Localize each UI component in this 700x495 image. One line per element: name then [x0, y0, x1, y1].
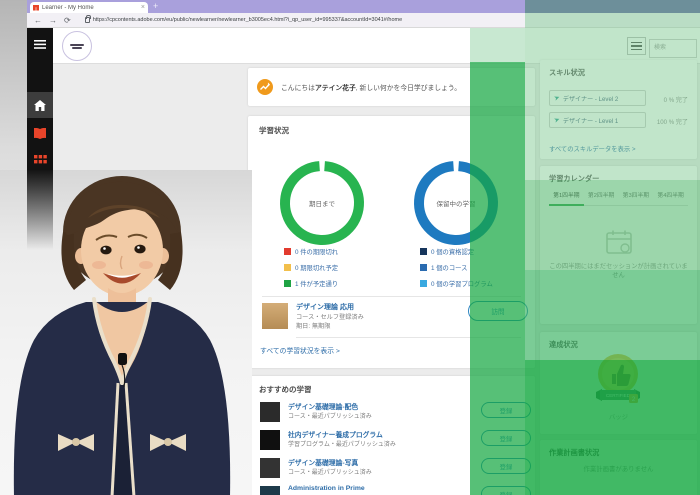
calendar-icon: [606, 230, 632, 259]
greeting-text: こんにちは アテイン花子, 新しい何かを今日学びましょう。: [281, 68, 461, 106]
calendar-empty-message: この四半期にはまだセッションが計画されていません: [548, 262, 689, 281]
app-header: [53, 28, 700, 64]
back-icon[interactable]: ←: [34, 16, 42, 25]
trend-icon: [257, 79, 273, 95]
skill-chip[interactable]: ➤ デザイナー - Level 1: [549, 112, 646, 128]
skill-percent: 0 % 完了: [664, 95, 688, 104]
show-all-learning-link[interactable]: すべての学習状況を表示 >: [260, 345, 340, 355]
book-icon[interactable]: [27, 122, 53, 144]
recommended-item: Administration in Prime コース・最近パブリッシュ済み 登…: [248, 484, 535, 495]
home-icon[interactable]: [27, 92, 53, 118]
search-box: [649, 36, 697, 55]
legend-swatch: [284, 248, 291, 255]
skill-percent: 100 % 完了: [657, 117, 688, 126]
section-title: 学習状況: [259, 125, 289, 136]
legend-item: 0 期限切れ予定: [284, 263, 338, 272]
legend-swatch: [284, 264, 291, 271]
course-thumbnail: [262, 303, 288, 329]
send-icon: ➤: [553, 93, 561, 103]
course-deadline: 期日: 無期限: [296, 321, 330, 330]
url-field[interactable]: https://cpcontents.adobe.com/eu/public/n…: [93, 17, 653, 23]
section-title: 作業計画書状況: [549, 448, 599, 458]
workplan-card: 作業計画書状況 作業計画書がありません: [540, 440, 697, 495]
legend-item: 0 個の学習プログラム: [420, 279, 493, 288]
list-menu-icon[interactable]: [627, 37, 646, 55]
recommended-card: おすすめの学習 デザイン基礎理論-配色 コース・最近パブリッシュ済み 登録 社内…: [248, 376, 535, 495]
section-title: 学習カレンダー: [549, 174, 599, 184]
donut-label: 期日まで: [275, 156, 369, 250]
recommended-item: デザイン基礎理論-配色 コース・最近パブリッシュ済み 登録: [248, 400, 535, 428]
show-all-skills-link[interactable]: すべてのスキルデータを表示 >: [549, 144, 636, 153]
new-tab-button[interactable]: +: [153, 1, 158, 11]
section-title: スキル状況: [549, 68, 585, 78]
achievements-card: 達成状況 CERTIFIED 2 バッジ: [540, 332, 697, 434]
legend-item: 0 件の期限切れ: [284, 247, 338, 256]
send-icon: ➤: [553, 115, 561, 125]
course-thumbnail: [260, 430, 280, 450]
deadline-donut-chart: 期日まで: [275, 156, 369, 250]
tab-q3[interactable]: 第3四半期: [619, 190, 654, 206]
course-title-link[interactable]: デザイン基礎理論-写真: [288, 457, 358, 467]
grid-icon[interactable]: [27, 148, 53, 170]
tab-q2[interactable]: 第2四半期: [584, 190, 619, 206]
browser-toolbar: ← → ⟳ https://cpcontents.adobe.com/eu/pu…: [27, 13, 700, 28]
visit-button[interactable]: 訪問: [468, 301, 528, 321]
section-title: 達成状況: [549, 340, 578, 350]
certified-badge[interactable]: CERTIFIED 2: [594, 352, 642, 410]
workplan-empty-message: 作業計画書がありません: [540, 464, 697, 473]
search-input[interactable]: [649, 39, 697, 58]
enroll-button[interactable]: 登録: [481, 458, 531, 474]
legend-item: 0 個の資格認定: [420, 247, 474, 256]
legend-swatch: [420, 248, 427, 255]
section-title: おすすめの学習: [259, 384, 312, 395]
enroll-button[interactable]: 登録: [481, 430, 531, 446]
screenshot-root: Learner - My Home × + ← → ⟳ https://cpco…: [0, 0, 700, 495]
course-thumbnail: [260, 486, 280, 495]
reload-icon[interactable]: ⟳: [64, 16, 71, 25]
forward-icon[interactable]: →: [49, 16, 57, 25]
hamburger-icon[interactable]: [27, 33, 53, 55]
legend-item: 1 個のコース: [420, 263, 467, 272]
skill-chip[interactable]: ➤ デザイナー - Level 2: [549, 90, 646, 106]
browser-tab[interactable]: Learner - My Home ×: [30, 2, 148, 13]
legend-item: 1 件が予定通り: [284, 279, 338, 288]
calendar-card: 学習カレンダー 第1四半期 第2四半期 第3四半期 第4四半期 この四半期にはま…: [540, 166, 697, 324]
enroll-button[interactable]: 登録: [481, 486, 531, 495]
enroll-button[interactable]: 登録: [481, 402, 531, 418]
tab-close-icon[interactable]: ×: [141, 4, 145, 11]
svg-text:CERTIFIED: CERTIFIED: [606, 393, 631, 398]
course-title-link[interactable]: 社内デザイナー養成プログラム: [288, 429, 383, 439]
legend-swatch: [284, 280, 291, 287]
divider: [296, 337, 521, 338]
legend-swatch: [420, 264, 427, 271]
tab-title: Learner - My Home: [42, 5, 139, 11]
account-logo: [62, 31, 92, 61]
course-title-link[interactable]: デザイン基礎理論-配色: [288, 401, 358, 411]
learning-status-card: 学習状況 期日まで 保留中の学習 0 件の期限切れ 0 期限切れ予定 1 件が予…: [248, 116, 535, 368]
pending-donut-chart: 保留中の学習: [409, 156, 503, 250]
sidebar-fade: [27, 170, 53, 250]
course-meta: コース・セルフ登録済み: [296, 312, 364, 321]
recommended-item: デザイン基礎理論-写真 コース・最近パブリッシュ済み 登録: [248, 456, 535, 484]
favicon: [33, 5, 39, 11]
course-thumbnail: [260, 458, 280, 478]
legend-swatch: [420, 280, 427, 287]
donut-label: 保留中の学習: [409, 156, 503, 250]
user-name: アテイン花子: [315, 82, 356, 92]
recommended-item: 社内デザイナー養成プログラム 学習プログラム・最近パブリッシュ済み 登録: [248, 428, 535, 456]
course-title-link[interactable]: デザイン理論 応用: [296, 302, 354, 312]
quarter-tabs: 第1四半期 第2四半期 第3四半期 第4四半期: [549, 190, 688, 206]
padlock-icon: [85, 17, 90, 23]
course-title-link[interactable]: Administration in Prime: [288, 485, 365, 492]
divider: [262, 296, 521, 297]
skills-card: スキル状況 ➤ デザイナー - Level 2 0 % 完了 ➤ デザイナー -…: [540, 60, 697, 159]
course-thumbnail: [260, 402, 280, 422]
presenter-video-overlay: [0, 170, 252, 495]
tab-q4[interactable]: 第4四半期: [653, 190, 688, 206]
greeting-card: こんにちは アテイン花子, 新しい何かを今日学びましょう。: [248, 68, 535, 106]
badge-label: バッジ: [540, 412, 697, 421]
tab-q1[interactable]: 第1四半期: [549, 190, 584, 206]
